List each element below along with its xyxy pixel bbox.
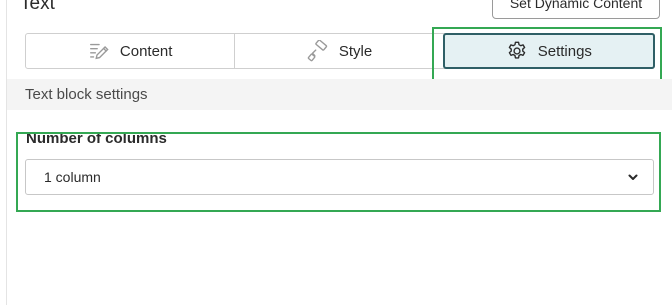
block-editor-tabs: Content Style Settings — [25, 33, 655, 69]
panel-left-border — [6, 0, 7, 305]
columns-select[interactable]: 1 column — [25, 159, 654, 195]
paint-roller-icon — [307, 40, 329, 62]
tab-style[interactable]: Style — [234, 34, 443, 68]
section-header: Text block settings — [7, 79, 672, 110]
tab-settings[interactable]: Settings — [442, 33, 655, 69]
tab-settings-label: Settings — [537, 42, 592, 60]
gear-icon — [506, 40, 528, 62]
tab-content-label: Content — [119, 42, 173, 60]
section-title: Text block settings — [25, 86, 148, 103]
columns-field-label: Number of columns — [26, 130, 167, 147]
edit-lines-icon — [88, 40, 110, 62]
panel-title: Text — [20, 0, 55, 14]
chevron-down-icon — [627, 171, 639, 183]
set-dynamic-content-button[interactable]: Set Dynamic Content — [492, 0, 660, 19]
columns-select-value: 1 column — [44, 169, 101, 185]
tab-content[interactable]: Content — [26, 34, 234, 68]
tab-style-label: Style — [338, 42, 373, 60]
